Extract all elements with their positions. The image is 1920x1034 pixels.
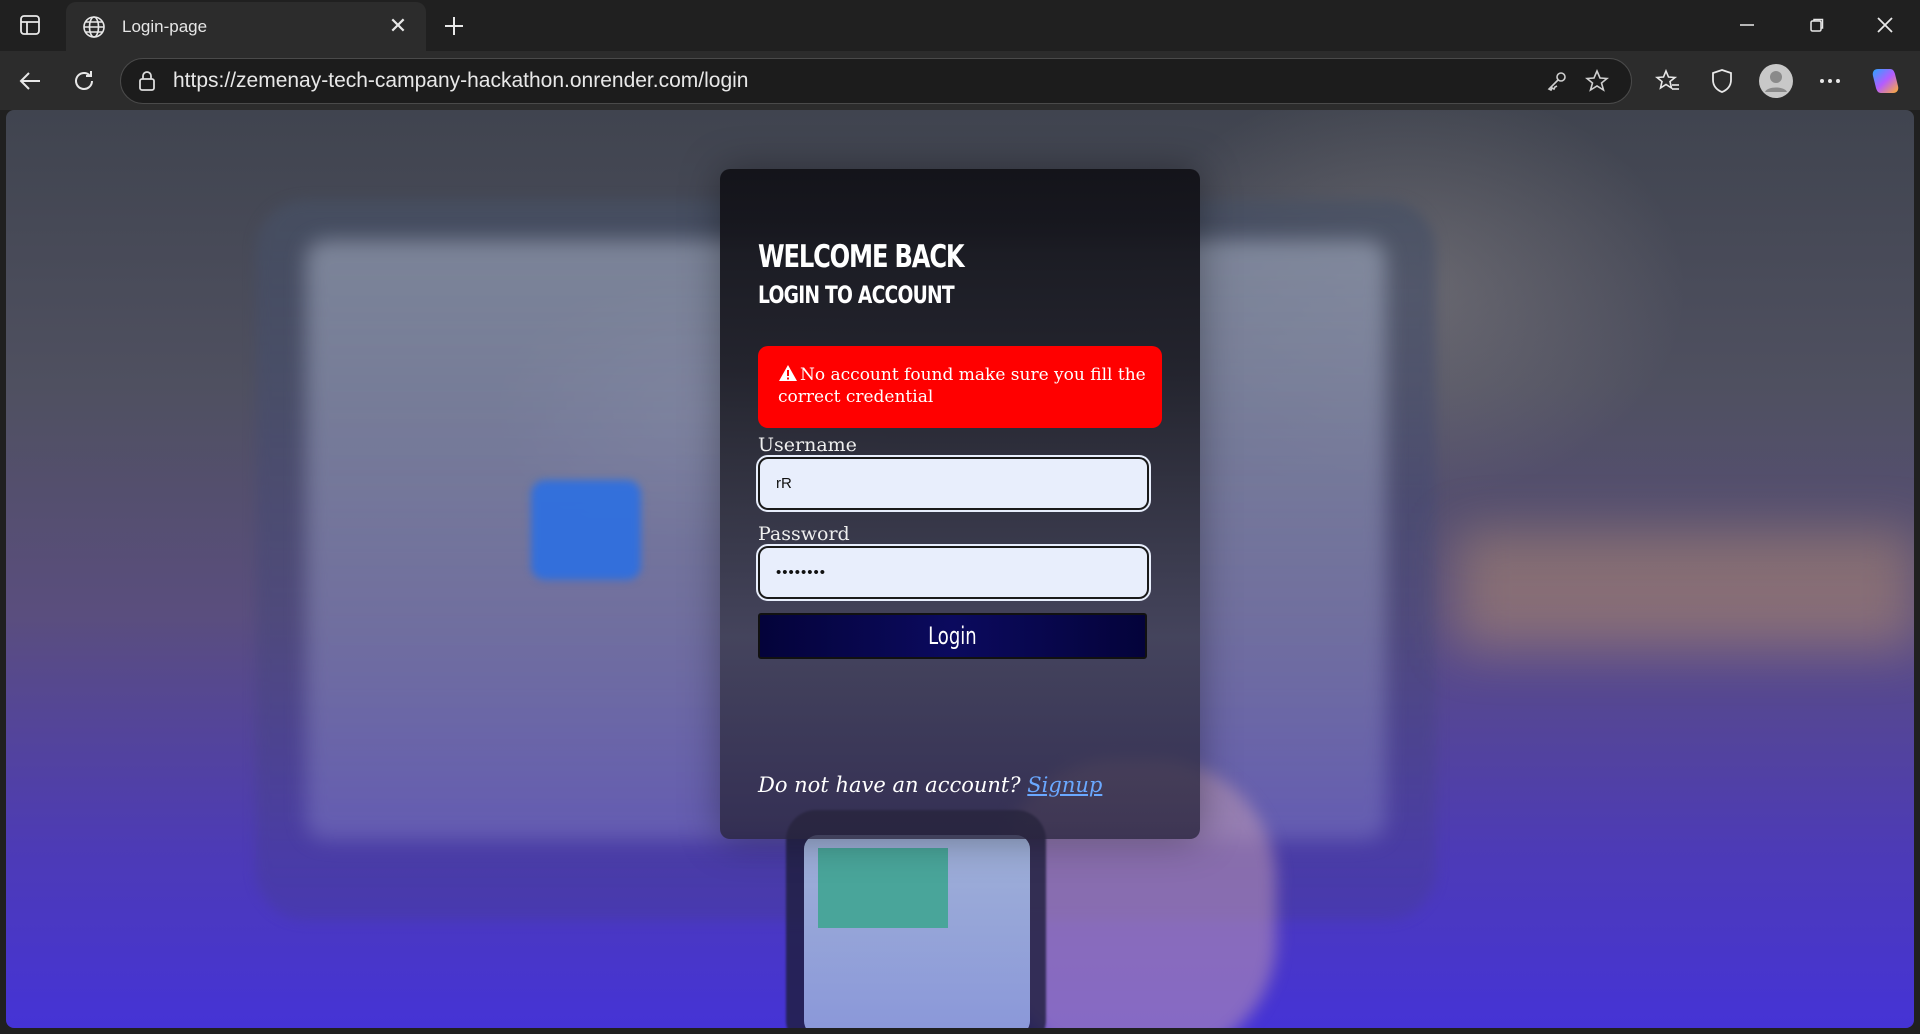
background-window-glow [1456,530,1914,650]
browser-tab[interactable]: Login-page ✕ [66,2,426,51]
restore-icon[interactable] [1786,4,1848,46]
login-button[interactable]: Login [758,613,1147,659]
login-button-label: Login [928,622,977,650]
back-arrow-icon[interactable] [10,61,50,101]
favorites-icon[interactable] [1648,61,1688,101]
background-phone-banner [818,848,948,928]
error-alert: No account found make sure you fill the … [758,346,1162,428]
shield-icon[interactable] [1702,61,1742,101]
key-icon[interactable] [1537,61,1577,101]
tab-title: Login-page [122,16,208,36]
address-bar[interactable]: https://zemenay-tech-campany-hackathon.o… [120,58,1632,104]
username-label: Username [758,434,857,456]
profile-icon[interactable] [1756,61,1796,101]
globe-icon [80,13,108,41]
login-subheading: Login to Account [758,281,955,309]
lock-icon[interactable] [135,69,159,93]
background-app-tile [531,480,641,580]
more-icon[interactable] [1810,61,1850,101]
warning-icon [778,364,798,382]
password-label: Password [758,523,850,545]
url-text[interactable]: https://zemenay-tech-campany-hackathon.o… [173,69,1537,93]
signup-prompt: Do not have an account? Signup [758,773,1102,797]
signup-prompt-text: Do not have an account? [758,773,1021,797]
signup-link[interactable]: Signup [1027,773,1102,797]
plus-icon[interactable] [436,8,472,44]
tab-actions-icon[interactable] [10,10,50,40]
reload-icon[interactable] [64,61,104,101]
login-heading: Welcome Back [758,239,965,275]
browser-tab-bar: Login-page ✕ [0,0,1920,51]
close-icon[interactable] [1854,4,1916,46]
error-message: No account found make sure you fill the … [778,365,1146,407]
browser-toolbar: https://zemenay-tech-campany-hackathon.o… [0,51,1920,110]
login-card: Welcome Back Login to Account No account… [720,169,1200,839]
minimize-icon[interactable] [1716,4,1778,46]
copilot-icon[interactable] [1866,61,1906,101]
star-icon[interactable] [1577,61,1617,101]
password-input[interactable] [756,544,1151,601]
username-input[interactable] [756,455,1151,512]
page-viewport: Welcome Back Login to Account No account… [6,110,1914,1028]
tab-close-icon[interactable]: ✕ [384,13,412,41]
